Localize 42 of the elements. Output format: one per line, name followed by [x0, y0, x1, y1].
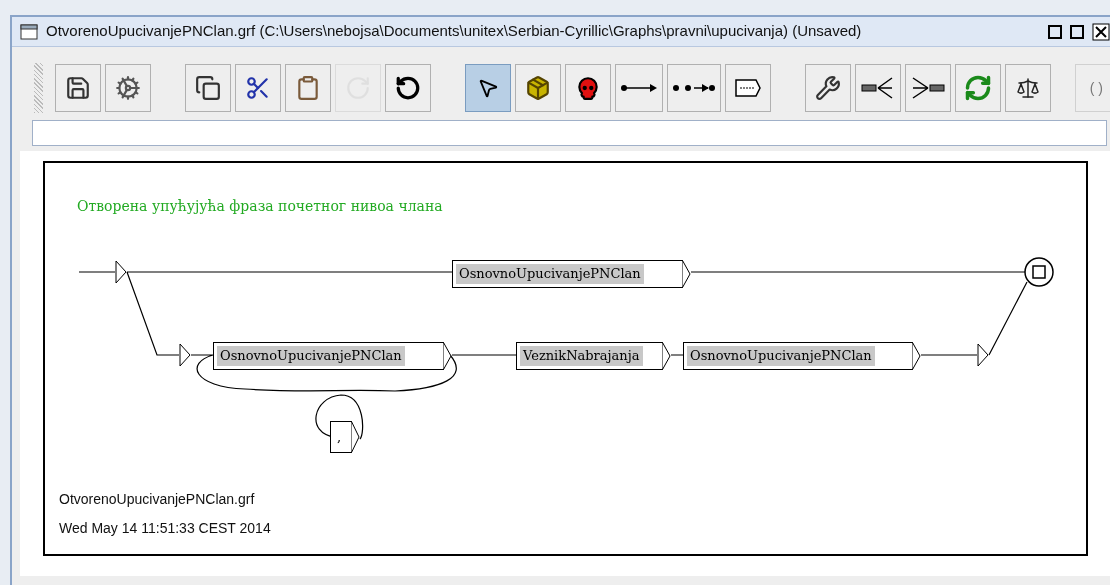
triangle-icon — [977, 343, 989, 367]
box-icon — [733, 78, 762, 98]
toolbar-button[interactable] — [1004, 64, 1051, 112]
final-state-icon — [1024, 257, 1054, 287]
wrench-icon — [814, 75, 841, 101]
toolbar-button[interactable] — [514, 64, 561, 112]
arrow-icon — [619, 83, 658, 93]
toolbar-button[interactable] — [804, 64, 851, 112]
toolbar-button[interactable] — [666, 64, 721, 112]
toolbar-button[interactable] — [854, 64, 901, 112]
copy-icon — [194, 75, 221, 101]
cut-icon — [244, 75, 271, 101]
toolbar-button[interactable] — [54, 64, 101, 112]
graph-info-text: Wed May 14 11:51:33 CEST 2014 — [59, 519, 271, 538]
toolbar-button[interactable] — [564, 64, 611, 112]
arrow-icon — [671, 83, 716, 93]
triangle-icon — [179, 343, 191, 367]
graph-info-text: OtvorenoUpucivanjePNClan.grf — [59, 490, 256, 509]
package-icon — [524, 75, 551, 101]
scale-icon — [1015, 76, 1040, 100]
graph-comment: Отворена упућујућа фраза почетног нивоа члана — [77, 197, 443, 216]
toolbar-button[interactable]: ( ) — [1074, 64, 1110, 112]
maximize-icon[interactable] — [1070, 24, 1084, 39]
toolbar-button[interactable] — [184, 64, 231, 112]
refresh-icon — [963, 74, 992, 102]
input-field[interactable] — [32, 120, 1107, 146]
toolbar-button[interactable] — [384, 64, 431, 112]
undo-icon — [394, 75, 421, 101]
toolbar-button[interactable] — [464, 64, 511, 112]
toolbar-button[interactable] — [614, 64, 663, 112]
save-icon — [64, 75, 91, 101]
settings-icon — [114, 75, 141, 101]
toolbar-grip[interactable] — [34, 63, 43, 113]
toolbar-button[interactable] — [104, 64, 151, 112]
window-title: OtvorenoUpucivanjePNClan.grf (C:\Users\nebojsa\Documents\unitex\Serbian-Cyrillic\Graphs\pravni\upucivanja) (Unsaved) — [46, 21, 862, 42]
close-icon[interactable] — [1092, 22, 1110, 41]
window-icon — [20, 23, 38, 40]
minimize-icon[interactable] — [1048, 24, 1062, 39]
toolbar-button[interactable] — [234, 64, 281, 112]
initial-state-icon — [115, 260, 127, 284]
toolbar-button[interactable] — [724, 64, 771, 112]
toolbar-button[interactable] — [904, 64, 951, 112]
